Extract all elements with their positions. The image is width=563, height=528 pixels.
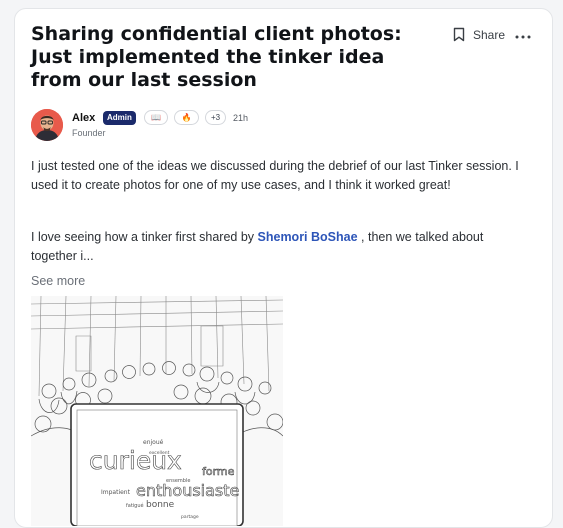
post-body-paragraph: I love seeing how a tinker first shared … — [31, 228, 531, 265]
word-cloud-word: fatigué — [126, 502, 144, 509]
user-mention-link[interactable]: Shemori BoShae — [258, 230, 358, 244]
author-title: Founder — [72, 128, 106, 138]
paragraph-text: I love seeing how a tinker first shared … — [31, 230, 258, 244]
see-more-button[interactable]: See more — [31, 274, 85, 288]
word-cloud-word: partage — [181, 514, 199, 520]
photo-sketch: enjoué curieux forme enthousiaste bonne … — [30, 295, 284, 527]
admin-badge: Admin — [103, 111, 136, 125]
avatar-image — [31, 109, 63, 141]
post-body-paragraph: I just tested one of the ideas we discus… — [31, 159, 519, 192]
word-cloud-word: ensemble — [166, 478, 190, 484]
badge-fire-chip[interactable]: 🔥 — [174, 110, 199, 125]
post-actions: Share — [453, 27, 531, 42]
more-options-icon — [515, 35, 531, 39]
word-cloud-word: bonne — [146, 500, 175, 510]
post-timestamp: 21h — [233, 113, 249, 123]
word-cloud-word: Impatient — [101, 489, 131, 496]
badge-more-chip[interactable]: +3 — [205, 110, 226, 125]
badge-book-chip[interactable]: 📖 — [144, 110, 168, 125]
more-options-button[interactable] — [515, 27, 531, 42]
author-name[interactable]: Alex — [72, 112, 95, 124]
post-image[interactable]: enjoué curieux forme enthousiaste bonne … — [30, 295, 284, 527]
word-cloud-word: excellent — [149, 450, 170, 456]
post-title: Sharing confidential client photos: Just… — [31, 23, 402, 91]
share-label: Share — [473, 27, 506, 42]
avatar[interactable] — [31, 109, 63, 141]
bookmark-icon — [453, 27, 465, 42]
post-card: Sharing confidential client photos: Just… — [14, 8, 553, 528]
word-cloud-word: forme — [202, 465, 235, 478]
share-button[interactable]: Share — [453, 27, 505, 42]
word-cloud-word: enjoué — [143, 439, 164, 446]
